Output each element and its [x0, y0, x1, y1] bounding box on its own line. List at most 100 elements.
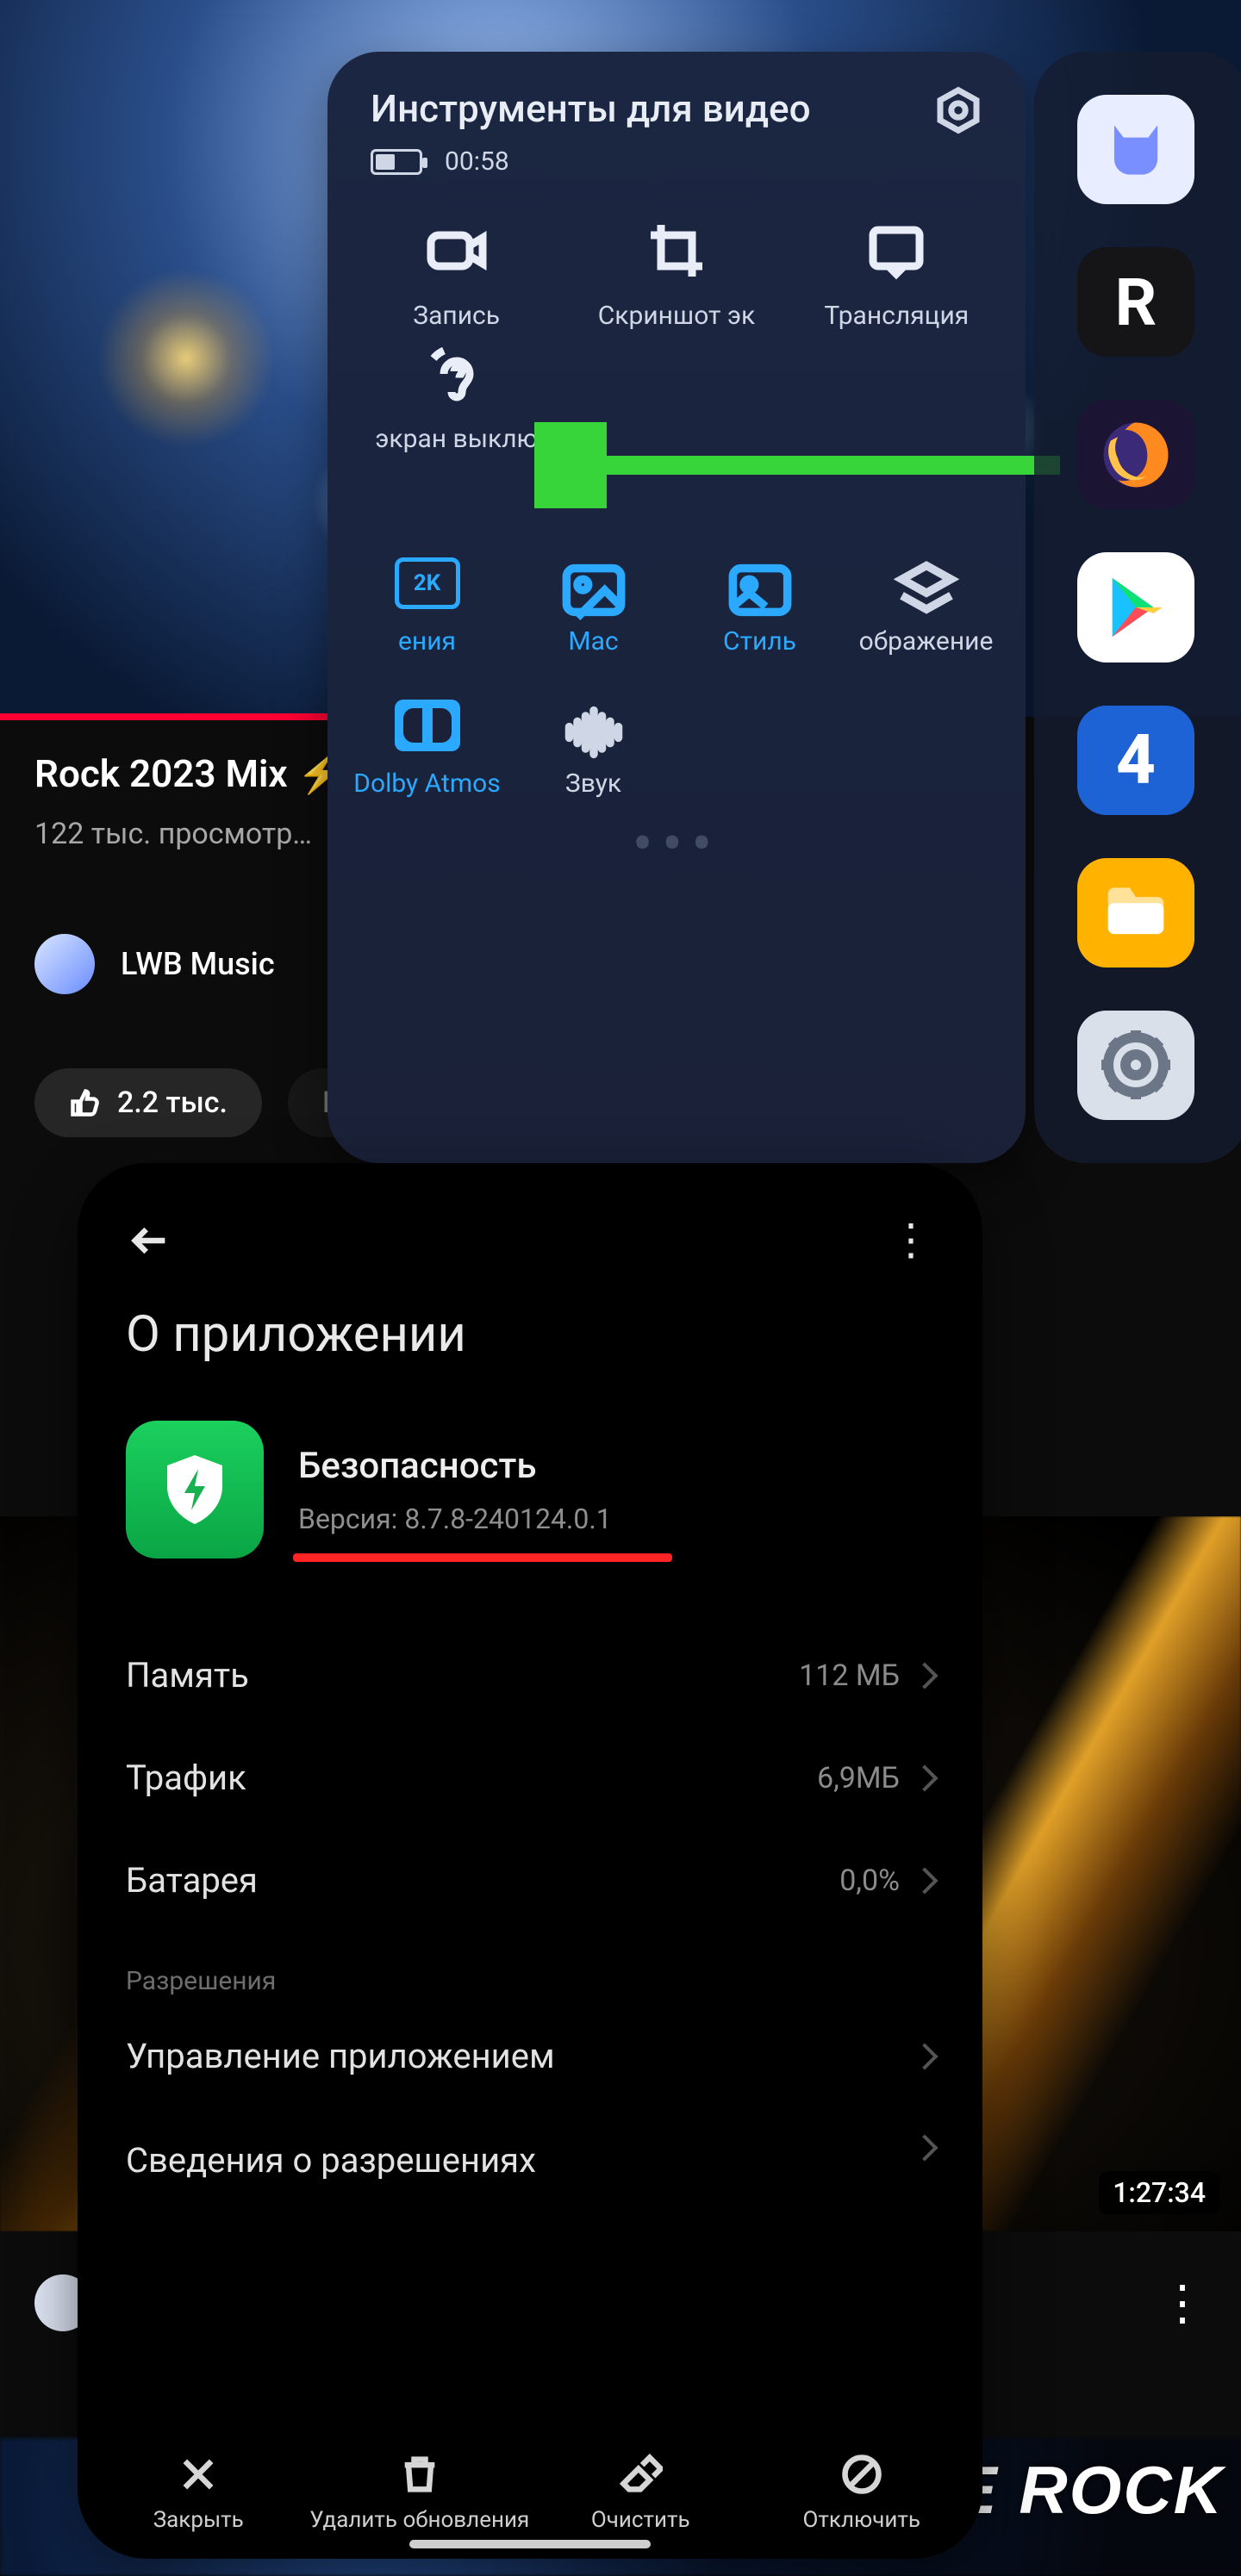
sheet-more-icon[interactable]: ⋮ — [889, 1215, 932, 1266]
next-more-icon[interactable]: ⋮ — [1158, 2274, 1207, 2331]
r-letter-icon: R — [1115, 264, 1157, 341]
thumb-up-icon — [69, 1087, 100, 1118]
four-letter-icon: 4 — [1116, 719, 1156, 800]
clear-action[interactable]: Очистить — [530, 2452, 751, 2533]
close-action[interactable]: Закрыть — [88, 2452, 309, 2533]
style-label: Стиль — [723, 626, 796, 656]
dolby-tile[interactable]: Dolby Atmos — [348, 700, 506, 799]
row-manage-app[interactable]: Управление приложением — [121, 2005, 939, 2107]
dolby-right-icon — [433, 708, 452, 743]
video-tools-header: Инструменты для видео 00:58 — [345, 86, 1008, 177]
chevron-right-icon — [911, 1764, 938, 1791]
security-app-icon — [126, 1421, 264, 1559]
channel-name: LWB Music — [121, 946, 275, 982]
uninstall-updates-label: Удалить обновления — [309, 2507, 529, 2533]
side-app-play[interactable] — [1077, 552, 1194, 662]
video-tools-row-1: Запись Скриншот эк Трансляция экран выкл… — [345, 220, 1008, 454]
resolution-badge: 2K — [414, 570, 440, 596]
sound-tile[interactable]: Звук — [514, 700, 672, 799]
red-underline-annotation — [293, 1553, 672, 1562]
scale-tile[interactable]: Мас — [514, 557, 672, 656]
like-pill[interactable]: 2.2 тыс. — [34, 1068, 262, 1137]
disable-action[interactable]: Отключить — [751, 2452, 973, 2533]
screenshot-button[interactable]: Скриншот эк — [570, 220, 783, 331]
channel-row[interactable]: LWB Music — [34, 934, 275, 994]
row-manage-app-key: Управление приложением — [126, 2036, 555, 2076]
side-app-firefox[interactable] — [1077, 400, 1194, 509]
chevron-right-icon — [911, 2043, 938, 2069]
uninstall-updates-action[interactable]: Удалить обновления — [309, 2452, 531, 2533]
next-video-duration: 1:27:34 — [1099, 2171, 1219, 2214]
battery-row: 00:58 — [371, 146, 811, 177]
trash-icon — [397, 2452, 442, 2497]
video-tools-title: Инструменты для видео — [371, 86, 811, 131]
screenshot-label: Скриншот эк — [598, 301, 756, 331]
record-button[interactable]: Запись — [350, 220, 563, 331]
back-arrow-icon[interactable] — [128, 1218, 172, 1263]
side-app-cat[interactable] — [1077, 95, 1194, 204]
like-count: 2.2 тыс. — [117, 1086, 228, 1120]
videocam-icon — [426, 220, 488, 282]
sheet-heading: О приложении — [126, 1305, 939, 1364]
eraser-icon — [618, 2452, 663, 2497]
battery-fill — [376, 154, 395, 170]
row-battery-value: 0,0% — [839, 1864, 900, 1898]
ear-icon — [426, 343, 488, 405]
battery-icon — [371, 149, 422, 175]
side-app-settings[interactable] — [1077, 1011, 1194, 1120]
style-tile[interactable]: Стиль — [681, 557, 839, 656]
row-memory-value: 112 МБ — [799, 1658, 900, 1693]
sheet-bottom-actions: Закрыть Удалить обновления Очистить Откл… — [78, 2435, 982, 2538]
folder-icon — [1099, 875, 1173, 949]
layers-icon — [894, 557, 959, 623]
row-traffic-key: Трафик — [126, 1758, 246, 1798]
app-name: Безопасность — [298, 1445, 612, 1487]
chevron-right-icon — [911, 1867, 938, 1894]
sound-label: Звук — [565, 768, 621, 799]
app-version: Версия: 8.7.8-240124.0.1 — [298, 1503, 612, 1535]
sheet-topbar: ⋮ — [121, 1206, 939, 1300]
side-app-files[interactable] — [1077, 858, 1194, 968]
row-traffic[interactable]: Трафик 6,9МБ — [121, 1727, 939, 1829]
resolution-tile[interactable]: 2K ения — [348, 557, 506, 656]
row-perm-details-key: Сведения о разрешениях — [126, 2138, 536, 2183]
row-perm-details[interactable]: Сведения о разрешениях — [121, 2107, 939, 2214]
panel-pager-dots: ••• — [345, 807, 1008, 880]
gear-icon[interactable] — [934, 86, 982, 134]
cast-button[interactable]: Трансляция — [790, 220, 1003, 331]
cast-label: Трансляция — [824, 301, 969, 331]
permissions-subheader: Разрешения — [126, 1966, 939, 1996]
row-memory-key: Память — [126, 1655, 249, 1696]
equalizer-icon — [561, 700, 627, 765]
prohibit-icon — [839, 2452, 884, 2497]
video-tools-row-3: Dolby Atmos Звук — [345, 700, 1008, 799]
picture-alt-icon — [727, 557, 793, 623]
video-tools-row-2: 2K ения Мас Стиль ображение — [345, 557, 1008, 656]
disable-label: Отключить — [803, 2507, 920, 2533]
close-label: Закрыть — [153, 2507, 244, 2533]
video-progress — [0, 713, 347, 720]
app-sidebar: R 4 — [1034, 52, 1241, 1163]
picture-icon — [561, 557, 627, 623]
channel-avatar[interactable] — [34, 934, 95, 994]
cast-icon — [865, 220, 927, 282]
shield-bolt-icon — [153, 1448, 236, 1531]
close-icon — [176, 2452, 221, 2497]
crop-icon — [645, 220, 708, 282]
home-indicator[interactable] — [409, 2540, 651, 2548]
side-app-r[interactable]: R — [1077, 247, 1194, 357]
dolby-left-icon — [403, 708, 422, 743]
display-label: ображение — [859, 626, 994, 656]
dolby-label: Dolby Atmos — [353, 768, 500, 799]
row-memory[interactable]: Память 112 МБ — [121, 1624, 939, 1727]
row-battery[interactable]: Батарея 0,0% — [121, 1829, 939, 1932]
resolution-label: ения — [398, 626, 456, 656]
scale-label: Мас — [568, 626, 618, 656]
side-app-four[interactable]: 4 — [1077, 706, 1194, 815]
screen-off-listen-button[interactable]: экран выклю — [350, 343, 563, 454]
chevron-right-icon — [911, 2134, 938, 2161]
row-traffic-value: 6,9МБ — [817, 1761, 900, 1795]
display-tile[interactable]: ображение — [847, 557, 1005, 656]
video-tools-panel: Инструменты для видео 00:58 Запись Скрин… — [327, 52, 1026, 1163]
row-battery-key: Батарея — [126, 1860, 258, 1901]
